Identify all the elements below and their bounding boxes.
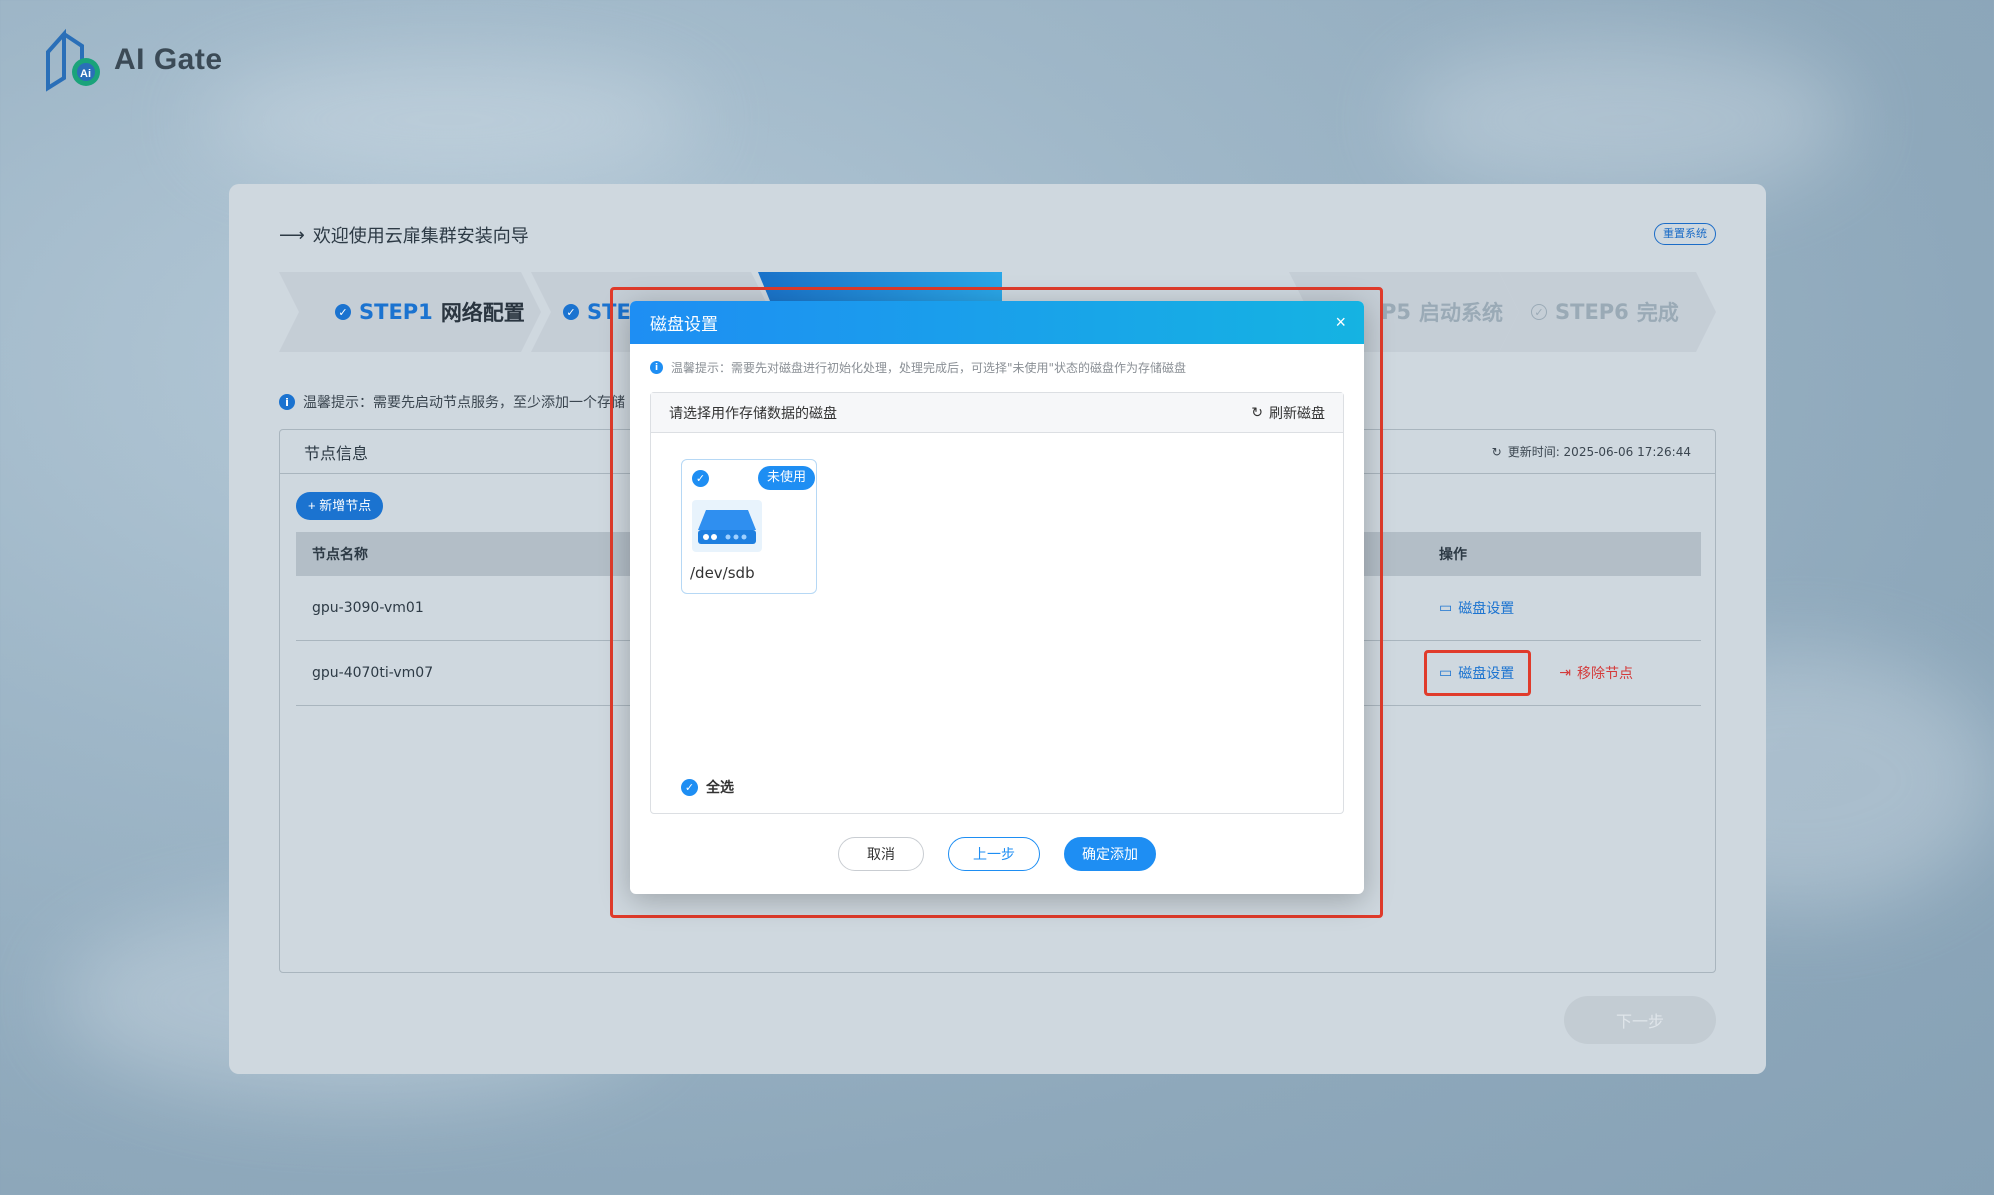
step-1[interactable]: ✓ STEP1 网络配置	[279, 272, 541, 352]
close-icon[interactable]: ×	[1335, 312, 1346, 333]
wizard-tip: i 温馨提示：需要先启动节点服务，至少添加一个存储	[279, 392, 625, 412]
svg-text:Ai: Ai	[80, 68, 91, 80]
disk-settings-modal: 磁盘设置 × i 温馨提示：需要先对磁盘进行初始化处理，处理完成后，可选择"未使…	[630, 301, 1364, 894]
check-icon: ✓	[335, 304, 351, 320]
modal-footer: 取消 上一步 确定添加	[630, 837, 1364, 871]
remove-node-link[interactable]: ⇥ 移除节点	[1559, 663, 1633, 683]
select-all-checkbox[interactable]: ✓ 全选	[681, 777, 734, 797]
brand-name: AI Gate	[114, 43, 223, 76]
disk-panel-title: 请选择用作存储数据的磁盘	[669, 405, 837, 422]
disk-icon: ▭	[1439, 665, 1453, 681]
status-badge: 未使用	[758, 466, 816, 490]
refresh-icon: ↻	[1491, 444, 1502, 459]
wizard-title: ⟶ 欢迎使用云扉集群安装向导	[279, 224, 529, 248]
next-step-button[interactable]: 下一步	[1564, 996, 1716, 1044]
modal-header: 磁盘设置 ×	[630, 301, 1364, 344]
add-node-button[interactable]: + 新增节点	[296, 492, 384, 520]
info-icon: i	[279, 394, 295, 410]
check-circle-icon: ✓	[1531, 304, 1547, 320]
modal-title: 磁盘设置	[650, 315, 718, 335]
disk-settings-link[interactable]: ▭ 磁盘设置	[1424, 650, 1532, 696]
disk-icon: ▭	[1439, 600, 1453, 616]
disk-card[interactable]: ✓ 未使用 /dev/sdb	[681, 459, 817, 594]
update-time: ↻ 更新时间: 2025-06-06 17:26:44	[1491, 444, 1691, 460]
hard-drive-icon	[692, 500, 762, 552]
info-icon: i	[650, 361, 663, 374]
check-icon: ✓	[563, 304, 579, 320]
ai-gate-logo-icon: Ai	[42, 28, 106, 92]
reset-system-button[interactable]: 重置系统	[1654, 223, 1716, 245]
disk-settings-link[interactable]: ▭ 磁盘设置	[1439, 598, 1514, 618]
panel-title: 节点信息	[304, 443, 369, 463]
step-6[interactable]: ✓ STEP6 完成	[1499, 272, 1716, 352]
confirm-add-button[interactable]: 确定添加	[1064, 837, 1156, 871]
refresh-icon: ↻	[1251, 404, 1263, 420]
checkbox-checked-icon[interactable]: ✓	[692, 470, 709, 487]
arrow-right-icon: ⟶	[279, 224, 305, 246]
app-logo: Ai AI Gate	[42, 28, 223, 92]
logout-icon: ⇥	[1559, 665, 1571, 681]
disk-name: /dev/sdb	[690, 564, 755, 582]
disk-panel: 请选择用作存储数据的磁盘 ↻ 刷新磁盘 ✓ 未使用 /dev/sdb ✓ 全选	[650, 392, 1344, 814]
cancel-button[interactable]: 取消	[838, 837, 924, 871]
refresh-disks-button[interactable]: ↻ 刷新磁盘	[1251, 403, 1325, 423]
previous-step-button[interactable]: 上一步	[948, 837, 1040, 871]
checkbox-checked-icon: ✓	[681, 778, 698, 796]
modal-tip: i 温馨提示：需要先对磁盘进行初始化处理，处理完成后，可选择"未使用"状态的磁盘…	[630, 344, 1364, 376]
